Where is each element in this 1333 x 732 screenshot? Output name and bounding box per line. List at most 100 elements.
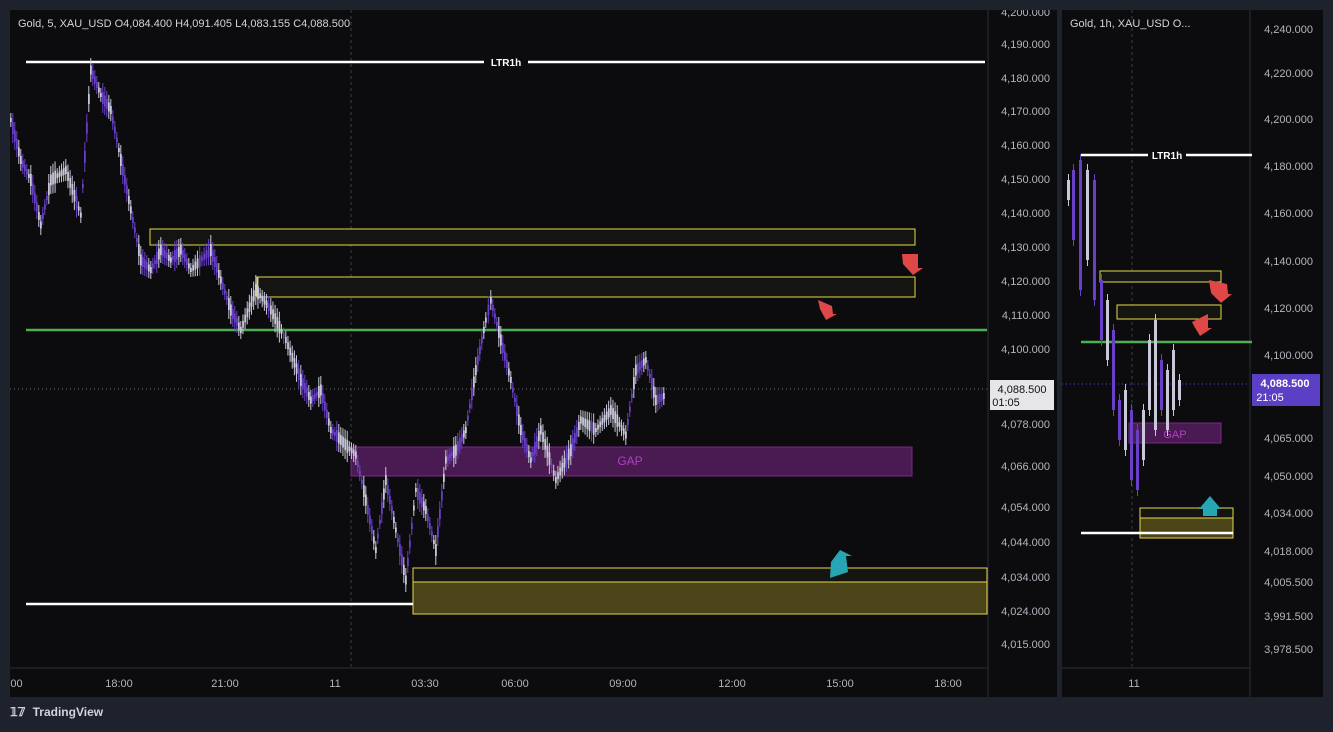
candle-body	[500, 334, 502, 346]
candle-body	[580, 416, 582, 424]
candle-body	[516, 404, 518, 416]
candle-body	[212, 250, 214, 262]
candle-body	[316, 392, 318, 396]
candle-body	[576, 427, 578, 437]
candle-body	[453, 446, 455, 458]
candle-body	[222, 283, 224, 289]
side-chart-canvas[interactable]: 4,240.000 4,220.000 4,200.000 4,180.000 4,16…	[1062, 10, 1323, 697]
main-chart-canvas[interactable]: 4,200.000 4,190.000 4,180.000 4,170.000 4,16…	[10, 10, 1057, 697]
candle-body	[73, 190, 76, 202]
candle-body	[218, 270, 220, 278]
candle-body	[485, 317, 487, 323]
candle-body	[415, 488, 417, 492]
candle-body	[90, 65, 92, 75]
main-chart-panel[interactable]: 4,200.000 4,190.000 4,180.000 4,170.000 4,16…	[10, 10, 1057, 697]
countdown-value: 21:05	[1256, 392, 1284, 404]
candle-body	[461, 434, 463, 442]
candle-body	[427, 514, 429, 522]
price-tick-label: 4,034.000	[1264, 508, 1313, 520]
candle-body	[144, 259, 146, 269]
candle-body	[635, 364, 637, 376]
candle-body	[651, 378, 653, 390]
candle-body	[538, 431, 540, 441]
candle-body	[142, 257, 144, 267]
candle-body	[82, 184, 84, 188]
candle-body	[34, 193, 36, 203]
candle-body	[534, 442, 536, 454]
candle-body	[136, 238, 138, 242]
candle-body	[192, 264, 195, 271]
candle-body	[18, 147, 20, 157]
candle-body	[407, 558, 409, 566]
demand-zone-upper	[1139, 507, 1234, 519]
tradingview-brand[interactable]: 𝟙𝟟 TradingView	[10, 705, 103, 719]
candle-body	[174, 250, 176, 262]
candle-body	[361, 480, 363, 484]
candle-body	[542, 432, 544, 443]
candle-body	[528, 451, 530, 457]
candle-body	[597, 424, 599, 430]
candle-body	[490, 296, 492, 304]
tradingview-logo-icon: 𝟙𝟟	[10, 705, 26, 719]
candle-body	[152, 263, 154, 269]
candle-body	[94, 76, 96, 84]
candle-body	[441, 491, 443, 501]
candle-body	[304, 383, 306, 393]
candle-body	[216, 263, 218, 273]
price-tick-label: 4,024.000	[1001, 606, 1050, 618]
candle-body	[344, 438, 347, 451]
candle-body	[196, 258, 199, 269]
resistance-zone	[256, 276, 916, 298]
candle-body	[401, 554, 403, 566]
candle-body	[526, 444, 528, 452]
candle-body	[459, 437, 461, 447]
candle-body	[186, 259, 188, 265]
candle-body	[54, 170, 57, 184]
candle-body	[226, 296, 228, 300]
candle-body	[194, 261, 197, 270]
candle-body	[274, 313, 277, 324]
candle-body	[310, 396, 312, 404]
candle-body	[77, 206, 80, 211]
candle-body	[627, 419, 629, 425]
candle-body	[170, 257, 172, 263]
candle-body	[639, 361, 641, 371]
candle-body	[449, 453, 451, 459]
candle-body	[620, 425, 623, 431]
candle-body	[297, 368, 300, 380]
candle-body	[481, 336, 483, 344]
time-tick-label: 18:00	[105, 678, 133, 690]
candle-body	[431, 531, 433, 537]
candle-body	[1112, 330, 1115, 410]
candle-body	[259, 293, 262, 299]
side-chart-panel[interactable]: 4,240.000 4,220.000 4,200.000 4,180.000 4,16…	[1062, 10, 1323, 697]
candle-body	[425, 506, 427, 514]
candle-body	[230, 304, 232, 316]
candle-body	[257, 286, 259, 300]
candle-body	[104, 95, 106, 107]
countdown-value: 01:05	[992, 397, 1020, 409]
candle-body	[308, 392, 310, 400]
candle-body	[471, 388, 473, 400]
candle-body	[559, 467, 562, 476]
candle-body	[312, 395, 314, 401]
candle-body	[1093, 180, 1096, 300]
candle-body	[62, 167, 65, 175]
candle-body	[548, 452, 551, 465]
candle-body	[342, 436, 344, 448]
candle-body	[306, 387, 308, 397]
price-tick-label: 4,100.000	[1264, 350, 1313, 362]
candle-body	[544, 438, 547, 450]
price-tick-label: 4,160.000	[1264, 208, 1313, 220]
price-tick-label: 4,078.000	[1001, 419, 1050, 431]
candle-body	[98, 87, 100, 93]
candle-body	[44, 204, 46, 210]
candle-body	[661, 393, 663, 401]
candle-body	[178, 247, 180, 257]
candle-body	[504, 351, 506, 361]
candle-body	[24, 165, 26, 171]
demand-zone	[1139, 517, 1234, 539]
candle-body	[246, 308, 249, 318]
candle-body	[659, 394, 661, 402]
candle-body	[496, 322, 498, 326]
